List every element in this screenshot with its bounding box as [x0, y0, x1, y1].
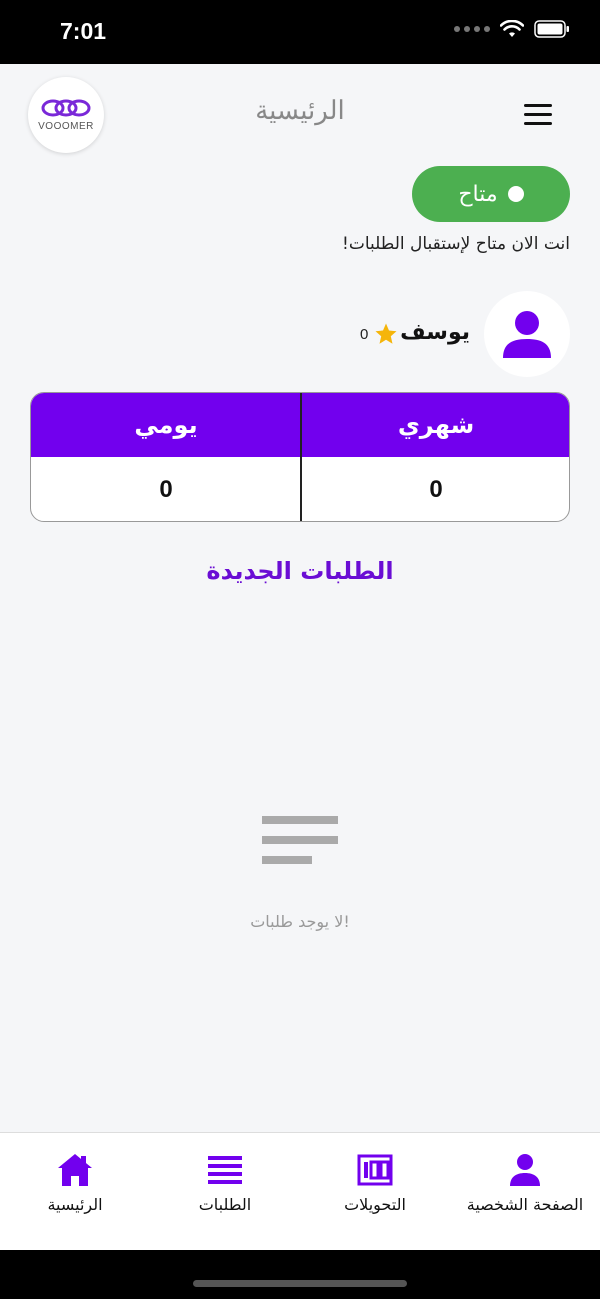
empty-list-icon: [262, 816, 338, 876]
user-name: يوسف: [400, 320, 470, 345]
stats-divider: [300, 393, 302, 521]
list-icon: [208, 1156, 242, 1184]
new-orders-title: الطلبات الجديدة: [206, 557, 394, 585]
nav-item-orders[interactable]: الطلبات: [150, 1153, 300, 1214]
bottom-nav: الصفحة الشخصية التحويلات الطلبات الرئيسي…: [0, 1132, 600, 1250]
main-screen: VOOOMER الرئيسية متاح انت الان متاح لإست…: [0, 64, 600, 1250]
empty-orders-message: لا يوجد طلبات!: [250, 912, 350, 931]
nav-label-transfers: التحويلات: [344, 1195, 406, 1214]
signal-dots-icon: [454, 26, 490, 32]
hamburger-icon-line: [524, 122, 552, 125]
avatar[interactable]: [484, 291, 570, 377]
stats-header-monthly: شهري: [397, 411, 475, 439]
home-indicator[interactable]: [193, 1280, 407, 1287]
status-bar: 7:01: [0, 0, 600, 64]
stats-header-daily: يومي: [134, 411, 198, 439]
app-header: VOOOMER الرئيسية: [0, 64, 600, 164]
user-rating: 0: [360, 322, 398, 346]
availability-toggle[interactable]: متاح: [412, 166, 570, 222]
wifi-icon: [500, 20, 524, 37]
hamburger-icon-line: [524, 113, 552, 116]
nav-item-transfers[interactable]: التحويلات: [300, 1153, 450, 1214]
hamburger-icon-line: [524, 104, 552, 107]
battery-icon: [534, 20, 569, 38]
nav-item-home[interactable]: الرئيسية: [0, 1153, 150, 1214]
home-icon: [58, 1154, 92, 1186]
nav-label-orders: الطلبات: [198, 1195, 252, 1214]
earnings-stats-table: يومي شهري 0 0: [30, 392, 570, 522]
star-icon: [375, 323, 397, 344]
availability-toggle-label: متاح: [458, 181, 498, 207]
status-time: 7:01: [60, 18, 107, 44]
stats-value-daily: 0: [159, 476, 173, 503]
person-icon: [510, 1154, 540, 1186]
person-icon: [503, 311, 551, 358]
stats-value-monthly: 0: [429, 476, 443, 503]
toggle-dot-icon: [507, 186, 524, 202]
home-indicator-area: [0, 1250, 600, 1299]
status-icons: [454, 20, 570, 38]
nav-label-home: الرئيسية: [47, 1195, 103, 1214]
transfers-icon: [357, 1154, 393, 1186]
nav-item-profile[interactable]: الصفحة الشخصية: [450, 1153, 600, 1214]
availability-message: انت الان متاح لإستقبال الطلبات!: [342, 234, 570, 254]
nav-label-profile: الصفحة الشخصية: [466, 1195, 584, 1214]
menu-button[interactable]: [524, 104, 552, 126]
page-title: الرئيسية: [255, 96, 345, 126]
rating-value: 0: [360, 325, 369, 343]
